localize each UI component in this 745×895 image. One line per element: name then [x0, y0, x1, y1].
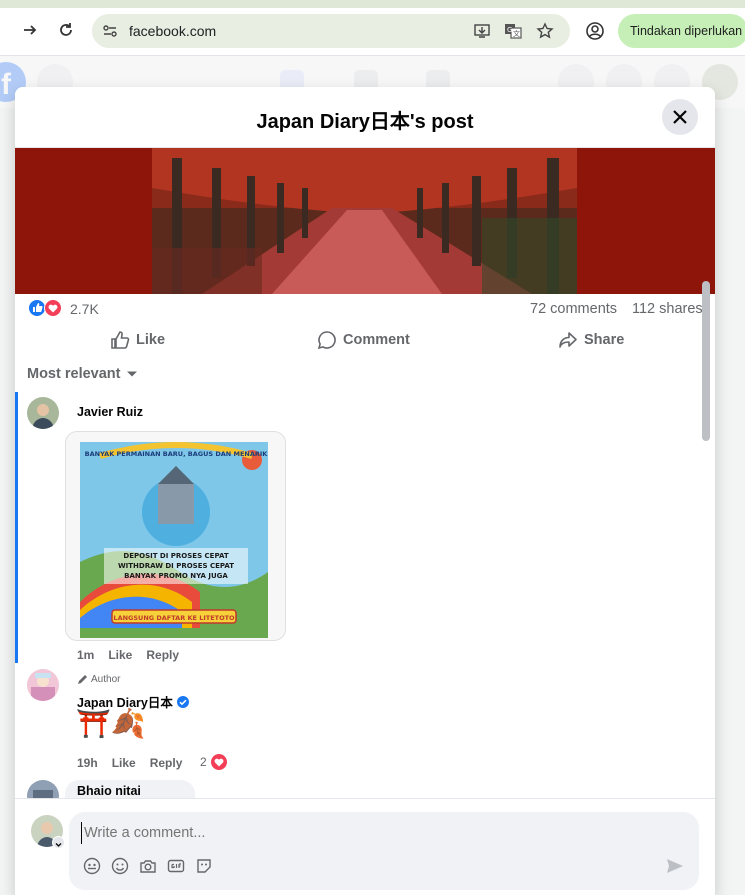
comment-meta: 19h Like Reply	[77, 756, 182, 770]
comment-input[interactable]	[81, 822, 641, 844]
send-icon[interactable]	[665, 856, 685, 876]
close-button[interactable]	[662, 99, 698, 135]
thumbs-up-icon	[111, 331, 130, 349]
translate-icon[interactable]: G文	[504, 22, 522, 40]
emoji-icon[interactable]	[111, 857, 129, 875]
comment-button[interactable]: Comment	[317, 328, 410, 352]
comment-author[interactable]: Bhaio nitai	[77, 784, 141, 798]
sticker-line-promo: BANYAK PROMO NYA JUGA	[124, 572, 228, 580]
comment-sort-dropdown[interactable]: Most relevant	[27, 366, 138, 382]
verified-badge-icon	[176, 695, 189, 708]
sticker-line-withdraw: WITHDRAW DI PROSES CEPAT	[118, 562, 234, 570]
reload-icon[interactable]	[55, 19, 77, 41]
author-tag-label: Author	[91, 674, 121, 685]
caret-down-icon	[127, 371, 138, 377]
comment-reply-link[interactable]: Reply	[150, 756, 183, 770]
comment-reaction-count: 2	[200, 755, 207, 769]
composer-tools	[83, 857, 213, 875]
forward-icon[interactable]	[19, 19, 41, 41]
author-avatar[interactable]	[27, 669, 59, 701]
comment-box	[69, 812, 699, 890]
address-bar[interactable]: facebook.com G文	[92, 14, 570, 48]
modal-title: Japan Diary日本's post	[256, 111, 474, 133]
comment-meta: 1m Like Reply	[77, 648, 179, 662]
camera-icon[interactable]	[139, 857, 157, 875]
modal-scrollbar[interactable]	[702, 281, 710, 441]
comment-reply-link[interactable]: Reply	[146, 648, 179, 662]
svg-text:G: G	[507, 26, 512, 34]
like-label: Like	[136, 332, 166, 348]
comment-like-link[interactable]: Like	[108, 648, 132, 662]
comment-sticker-image[interactable]: BANYAK PERMAINAN BARU, BAGUS DAN MENARIK…	[65, 431, 286, 641]
sticker-line-deposit: DEPOSIT DI PROSES CEPAT	[123, 552, 228, 560]
comment-reaction-badge[interactable]: 2	[200, 753, 228, 771]
like-button[interactable]: Like	[110, 328, 165, 352]
gif-icon[interactable]	[167, 857, 185, 875]
comment-time[interactable]: 19h	[77, 756, 98, 770]
bookmark-star-icon[interactable]	[536, 22, 554, 40]
comment-label: Comment	[343, 332, 410, 348]
svg-text:文: 文	[513, 29, 520, 38]
close-icon	[673, 110, 687, 124]
share-arrow-icon	[559, 332, 577, 348]
sort-label: Most relevant	[27, 366, 121, 382]
comment-composer	[15, 798, 715, 895]
comment-like-link[interactable]: Like	[112, 756, 136, 770]
tab-strip	[0, 0, 745, 8]
comments-count[interactable]: 72 comments	[530, 301, 617, 317]
comment-bubble-icon	[317, 331, 336, 350]
action-required-button[interactable]: Tindakan diperlukan	[618, 14, 745, 48]
comment-time[interactable]: 1m	[77, 648, 94, 662]
reaction-count[interactable]: 2.7K	[70, 301, 99, 317]
share-button[interactable]: Share	[558, 328, 624, 352]
pencil-icon	[78, 675, 87, 684]
promo-sticker-graphic: BANYAK PERMAINAN BARU, BAGUS DAN MENARIK…	[80, 442, 269, 638]
modal-header: Japan Diary日本's post	[15, 87, 715, 148]
avatar-sticker-icon[interactable]	[83, 857, 101, 875]
like-love-reaction-icon[interactable]	[28, 299, 66, 317]
comment-highlight-bar	[15, 392, 18, 663]
comment-author[interactable]: Javier Ruiz	[77, 405, 143, 419]
commenter-avatar[interactable]	[27, 397, 59, 429]
autumn-path-photo	[152, 148, 577, 294]
share-label: Share	[584, 332, 625, 348]
install-app-icon[interactable]	[473, 22, 491, 40]
sticker-cta: LANGSUNG DAFTAR KE LITETOTO	[113, 614, 235, 622]
account-icon[interactable]	[585, 21, 605, 41]
shares-count[interactable]: 112 shares	[632, 301, 703, 317]
sticker-headline: BANYAK PERMAINAN BARU, BAGUS DAN MENARIK	[85, 450, 269, 458]
url-text[interactable]: facebook.com	[129, 23, 216, 39]
post-modal: Japan Diary日本's post 2.7K 72 comments 11…	[15, 87, 715, 895]
reactions-summary: 2.7K 72 comments 112 shares	[15, 294, 715, 322]
love-reaction-icon	[209, 753, 228, 771]
chevron-down-icon[interactable]	[52, 836, 65, 849]
author-badge: Author	[77, 674, 120, 685]
post-image[interactable]	[15, 148, 715, 294]
browser-toolbar: facebook.com G文 Tindakan diperlukan	[0, 0, 745, 56]
comment-emoji-text: ⛩️🍂	[76, 708, 146, 739]
sticker-icon[interactable]	[195, 857, 213, 875]
site-settings-icon[interactable]	[102, 23, 118, 39]
post-actions: Like Comment Share	[15, 322, 715, 358]
